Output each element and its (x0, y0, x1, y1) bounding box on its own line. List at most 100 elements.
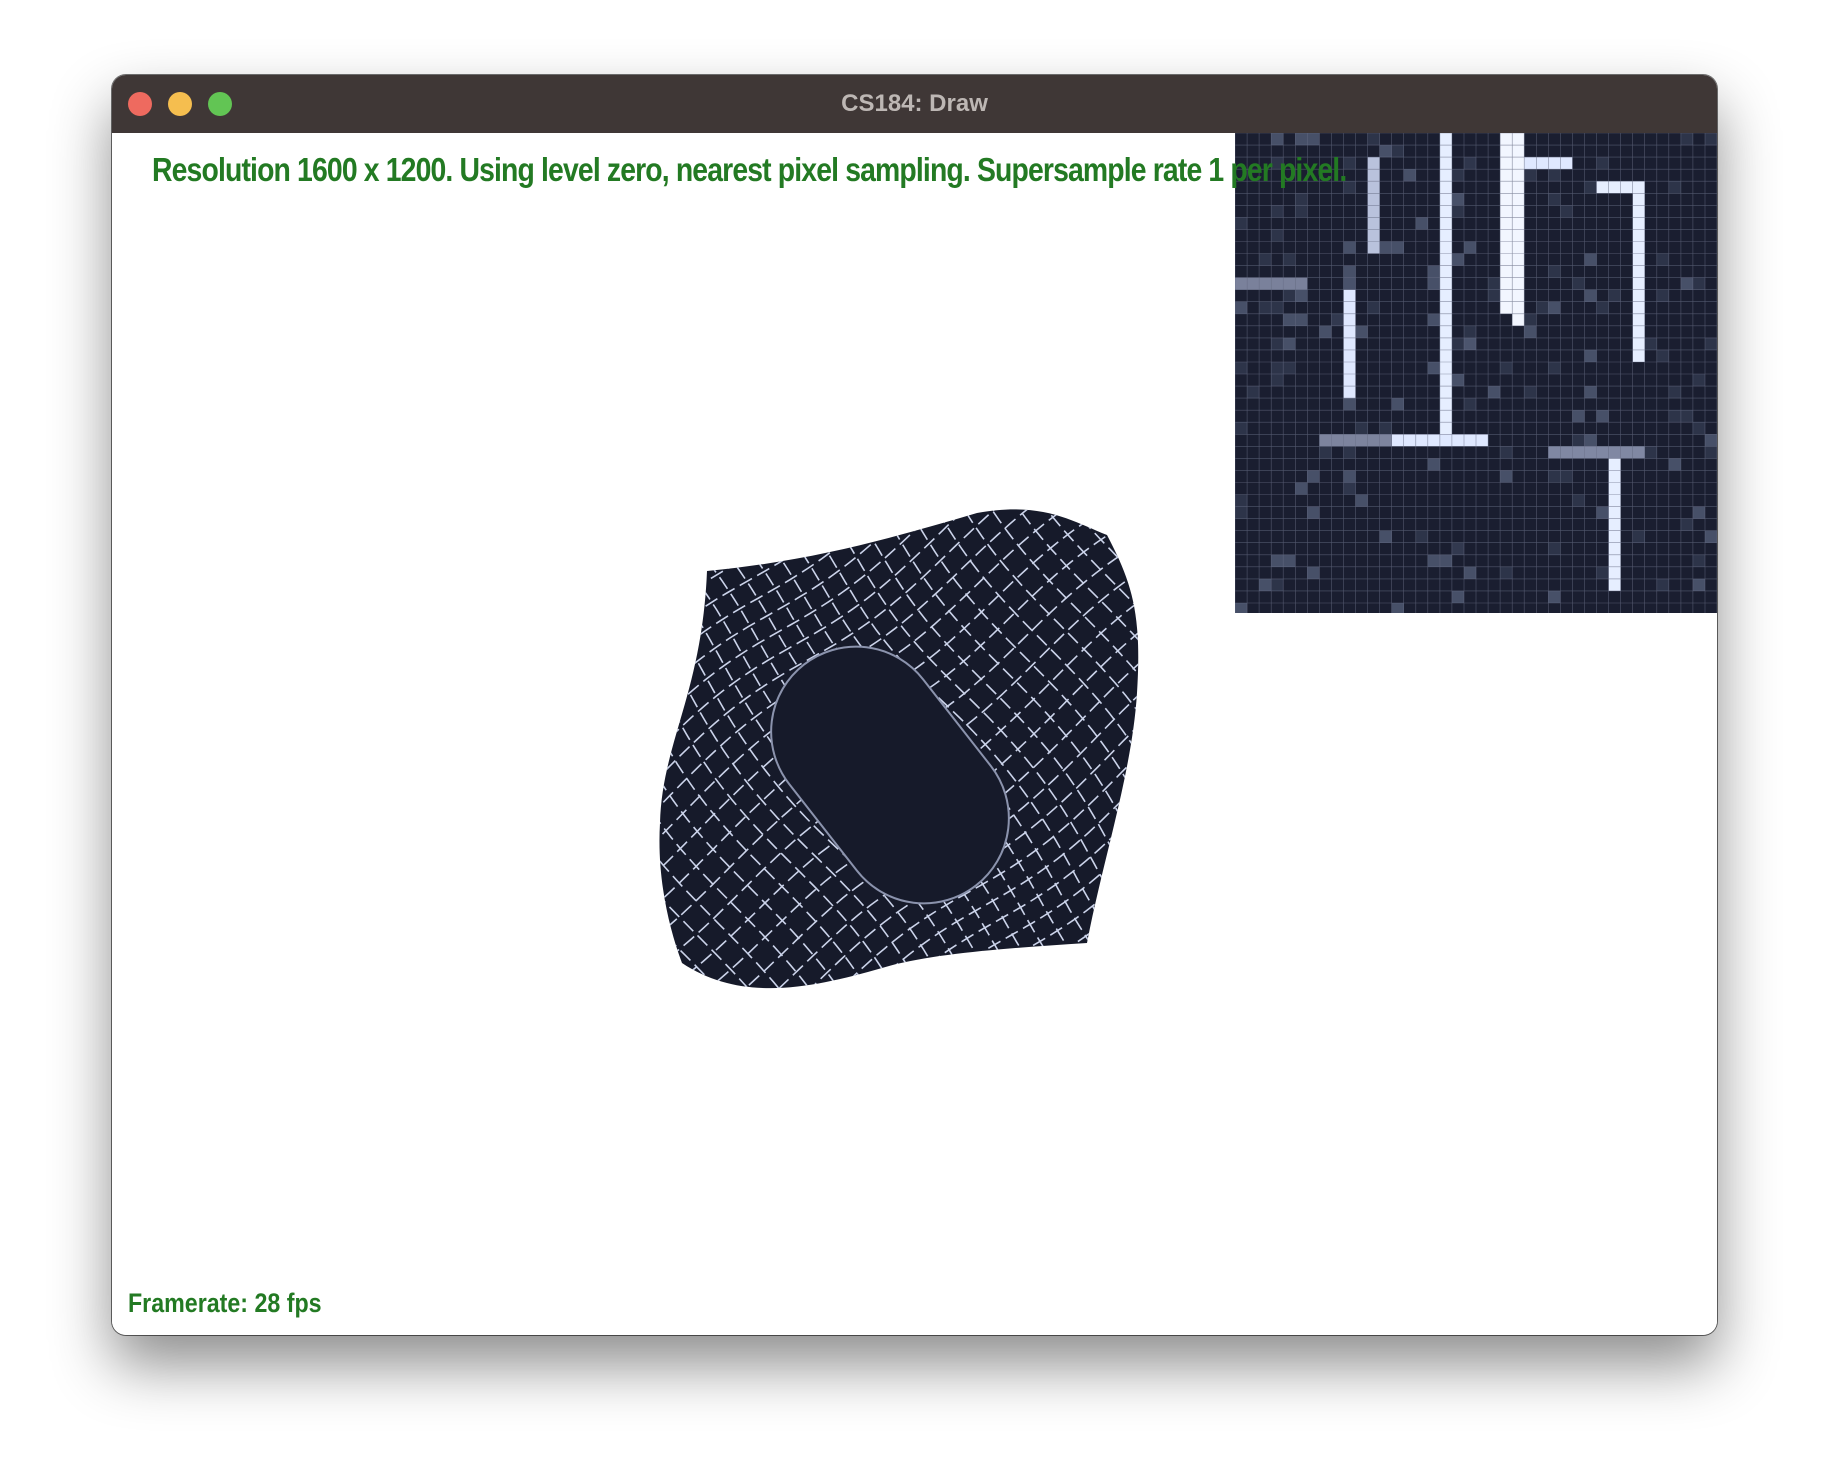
magnified-pixel (1367, 193, 1380, 206)
magnified-pixel (1343, 398, 1356, 411)
magnified-pixel (1668, 458, 1681, 471)
magnified-pixel (1271, 277, 1284, 290)
magnified-pixel (1271, 362, 1284, 375)
magnified-pixel (1464, 157, 1477, 170)
magnified-pixel (1319, 434, 1332, 447)
magnified-pixel (1692, 554, 1705, 567)
magnified-pixel (1464, 434, 1477, 447)
magnified-pixel (1367, 301, 1380, 314)
magnified-pixel (1632, 289, 1645, 302)
magnified-pixel (1644, 446, 1657, 459)
magnified-pixel (1259, 253, 1272, 266)
magnified-pixel (1524, 157, 1537, 170)
magnified-pixel (1512, 289, 1525, 302)
magnified-pixel (1584, 253, 1597, 266)
magnified-pixel (1367, 205, 1380, 218)
magnified-pixel (1283, 253, 1296, 266)
magnified-pixel (1512, 229, 1525, 242)
magnified-pixel (1512, 145, 1525, 158)
magnified-pixel (1235, 422, 1248, 435)
magnified-pixel (1596, 506, 1609, 519)
magnified-pixel (1439, 169, 1452, 182)
magnified-pixel (1439, 253, 1452, 266)
magnified-pixel (1379, 145, 1392, 158)
magnified-pixel (1283, 362, 1296, 375)
magnified-pixel (1439, 301, 1452, 314)
magnified-pixel (1415, 530, 1428, 543)
magnified-pixel (1608, 446, 1621, 459)
magnified-pixel (1439, 133, 1452, 146)
magnified-pixel (1451, 590, 1464, 603)
magnified-pixel (1391, 603, 1404, 613)
magnified-pixel (1572, 410, 1585, 423)
magnified-pixel (1391, 434, 1404, 447)
magnified-pixel (1439, 386, 1452, 399)
magnified-pixel (1427, 362, 1440, 375)
magnified-pixel (1307, 133, 1320, 146)
magnified-pixel (1596, 157, 1609, 170)
magnified-pixel (1355, 422, 1368, 435)
magnified-pixel (1584, 386, 1597, 399)
magnified-pixel (1632, 217, 1645, 230)
magnified-pixel (1343, 301, 1356, 314)
magnified-pixel (1439, 349, 1452, 362)
texture-mapped-shape (659, 509, 1139, 989)
magnified-pixel (1367, 241, 1380, 254)
magnified-pixel (1608, 470, 1621, 483)
magnified-pixel (1439, 325, 1452, 338)
magnified-pixel (1295, 193, 1308, 206)
magnified-pixel (1596, 301, 1609, 314)
magnified-pixel (1632, 313, 1645, 326)
magnified-pixel (1500, 265, 1513, 278)
magnified-pixel (1572, 446, 1585, 459)
magnified-pixel (1692, 422, 1705, 435)
magnified-pixel (1415, 217, 1428, 230)
magnified-pixel (1705, 434, 1717, 447)
magnified-pixel (1644, 337, 1657, 350)
draw-canvas[interactable]: Resolution 1600 x 1200. Using level zero… (112, 133, 1717, 1335)
magnified-pixel (1548, 193, 1561, 206)
magnified-pixel (1560, 446, 1573, 459)
magnified-pixel (1451, 374, 1464, 387)
magnified-pixel (1548, 301, 1561, 314)
magnified-pixel (1247, 386, 1260, 399)
magnified-pixel (1476, 434, 1489, 447)
magnified-pixel (1632, 325, 1645, 338)
magnified-pixel (1343, 289, 1356, 302)
magnified-pixel (1500, 446, 1513, 459)
magnified-pixel (1439, 313, 1452, 326)
magnified-pixel (1451, 205, 1464, 218)
magnified-pixel (1560, 205, 1573, 218)
magnified-pixel (1584, 181, 1597, 194)
magnified-pixel (1439, 374, 1452, 387)
magnified-pixel (1283, 337, 1296, 350)
magnified-pixel (1271, 301, 1284, 314)
magnified-pixel (1271, 374, 1284, 387)
magnified-pixel (1500, 133, 1513, 146)
magnified-pixel (1608, 482, 1621, 495)
magnified-pixel (1524, 325, 1537, 338)
magnified-pixel (1331, 313, 1344, 326)
magnified-pixel (1427, 313, 1440, 326)
magnified-pixel (1235, 603, 1248, 613)
title-bar[interactable]: CS184: Draw (112, 75, 1717, 134)
magnified-pixel (1464, 337, 1477, 350)
magnified-pixel (1705, 530, 1717, 543)
magnified-pixel (1668, 410, 1681, 423)
magnified-pixel (1367, 181, 1380, 194)
magnified-pixel (1427, 554, 1440, 567)
magnified-pixel (1451, 434, 1464, 447)
magnified-pixel (1271, 554, 1284, 567)
magnified-pixel (1343, 386, 1356, 399)
magnified-pixel (1512, 133, 1525, 146)
magnified-pixel (1295, 277, 1308, 290)
magnified-pixel (1343, 482, 1356, 495)
magnified-pixel (1500, 241, 1513, 254)
magnified-pixel (1464, 325, 1477, 338)
magnified-pixel (1692, 506, 1705, 519)
magnified-pixel (1512, 169, 1525, 182)
magnified-pixel (1439, 434, 1452, 447)
magnified-pixel (1319, 446, 1332, 459)
magnified-pixel (1271, 229, 1284, 242)
magnified-pixel (1295, 313, 1308, 326)
